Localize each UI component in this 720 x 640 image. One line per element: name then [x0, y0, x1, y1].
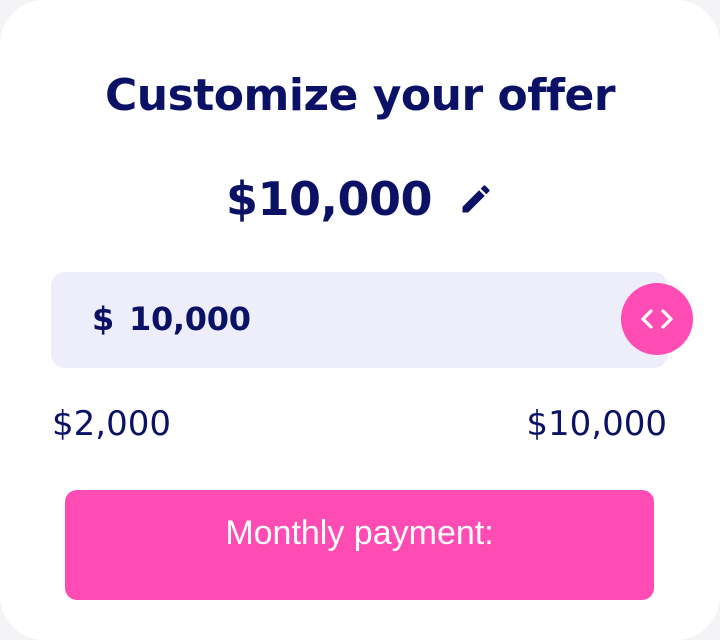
chevrons-left-right-icon — [641, 309, 673, 329]
page-title: Customize your offer — [104, 70, 616, 121]
offer-card: Customize your offer $10,000 $ 10,000 $2… — [0, 0, 720, 640]
slider-handle[interactable] — [621, 283, 693, 355]
monthly-payment-label: Monthly payment: — [225, 514, 494, 552]
slider-min-label: $2,000 — [52, 404, 171, 444]
currency-symbol: $ — [92, 300, 115, 338]
amount-slider-track[interactable]: $ 10,000 — [51, 272, 668, 368]
slider-max-label: $10,000 — [526, 404, 667, 444]
monthly-payment-button[interactable]: Monthly payment: — [65, 490, 654, 600]
slider-value: 10,000 — [129, 300, 251, 338]
amount-row: $10,000 — [0, 172, 720, 226]
pencil-icon[interactable] — [458, 181, 494, 217]
selected-amount: $10,000 — [225, 172, 433, 226]
